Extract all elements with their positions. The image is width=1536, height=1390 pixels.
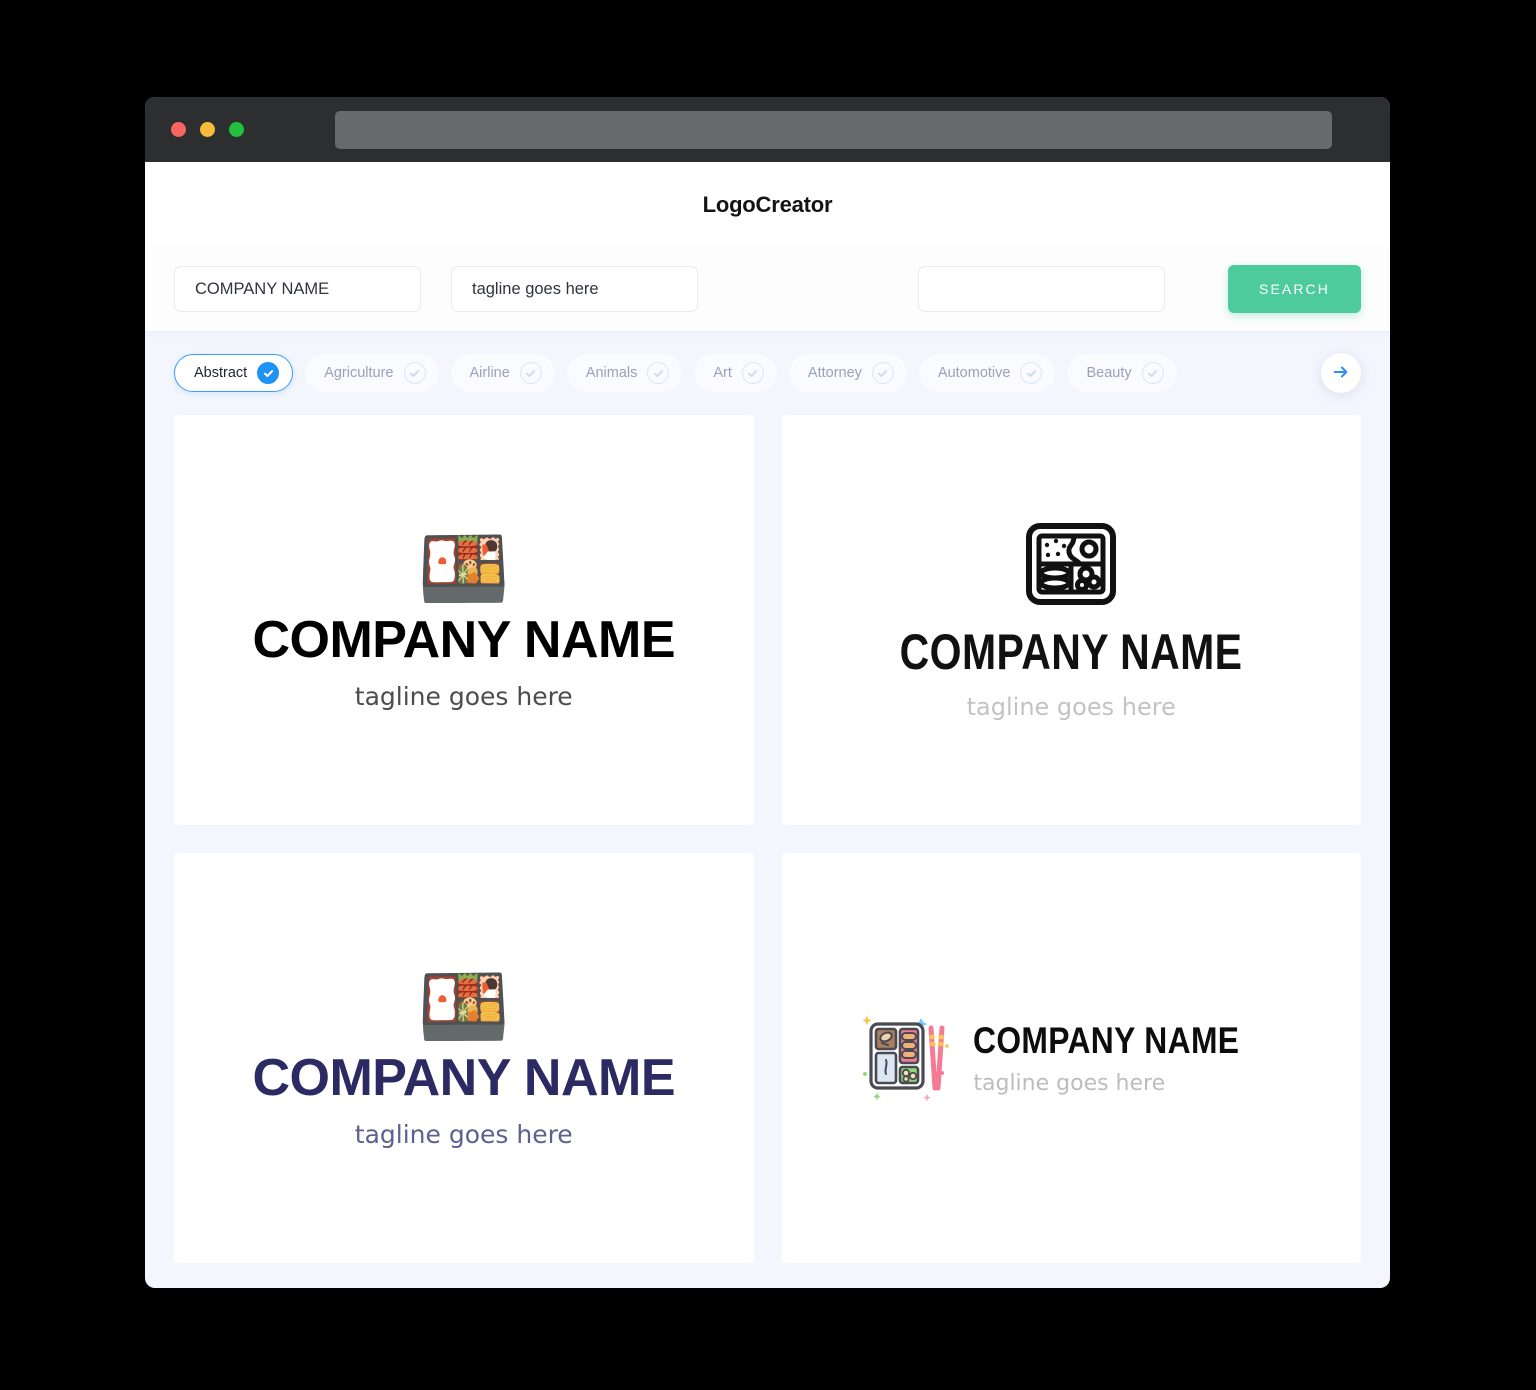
url-bar[interactable]	[335, 111, 1332, 149]
app-title: LogoCreator	[702, 191, 833, 217]
check-circle-icon	[519, 362, 542, 384]
bento-box-line-icon	[862, 521, 1280, 607]
check-circle-icon	[1141, 362, 1164, 384]
check-circle-icon	[1020, 362, 1043, 384]
check-circle-icon	[257, 362, 280, 384]
logo-card-1[interactable]: 🍱 COMPANY NAME tagline goes here	[174, 415, 754, 825]
minimize-window-button[interactable]	[200, 122, 215, 137]
logo-tagline: tagline goes here	[966, 693, 1176, 721]
category-chip-label: Airline	[469, 365, 510, 381]
logo-card-4[interactable]: COMPANY NAME tagline goes here	[781, 853, 1361, 1263]
category-chip-abstract[interactable]: Abstract	[174, 354, 294, 392]
category-chip-label: Art	[713, 365, 732, 381]
check-circle-icon	[647, 362, 670, 384]
close-window-button[interactable]	[171, 122, 186, 137]
logo-tagline: tagline goes here	[354, 681, 573, 711]
logo-company-name: COMPANY NAME	[899, 624, 1243, 680]
search-bar: SEARCH	[145, 247, 1390, 331]
category-chip-airline[interactable]: Airline	[450, 354, 555, 392]
logo-company-name: COMPANY NAME	[252, 610, 676, 669]
tagline-input[interactable]	[451, 266, 698, 312]
category-chip-beauty[interactable]: Beauty	[1067, 354, 1177, 392]
bento-box-chopsticks-color-icon	[859, 1010, 951, 1107]
bento-box-emoji: 🍱	[417, 525, 510, 612]
next-categories-button[interactable]	[1321, 353, 1361, 393]
app-header: LogoCreator	[145, 162, 1390, 247]
category-chip-attorney[interactable]: Attorney	[788, 354, 907, 392]
browser-titlebar	[145, 97, 1390, 162]
browser-window: LogoCreator SEARCH Abstract Agriculture Ai…	[145, 97, 1390, 1288]
search-button[interactable]: SEARCH	[1228, 265, 1361, 313]
traffic-lights	[171, 122, 244, 137]
logo-company-name: COMPANY NAME	[973, 1019, 1240, 1061]
category-chip-animals[interactable]: Animals	[566, 354, 683, 392]
company-name-input[interactable]	[174, 266, 421, 312]
category-chip-agriculture[interactable]: Agriculture	[305, 354, 439, 392]
logo-tagline: tagline goes here	[354, 1119, 573, 1149]
check-circle-icon	[871, 362, 894, 384]
maximize-window-button[interactable]	[229, 122, 244, 137]
keyword-input[interactable]	[918, 266, 1165, 312]
category-chip-label: Agriculture	[324, 365, 394, 381]
logo-results-grid: 🍱 COMPANY NAME tagline goes here COMPANY…	[145, 415, 1390, 1288]
category-chip-automotive[interactable]: Automotive	[918, 354, 1056, 392]
logo-card-3[interactable]: 🍱 COMPANY NAME tagline goes here	[174, 853, 754, 1263]
bento-box-chopsticks-emoji: 🍱	[417, 963, 510, 1050]
category-chip-label: Abstract	[194, 365, 248, 381]
check-circle-icon	[741, 362, 764, 384]
category-chip-row: Abstract Agriculture Airline Animals Art Atto…	[145, 331, 1390, 415]
category-chip-label: Animals	[585, 365, 638, 381]
check-circle-icon	[403, 362, 426, 384]
logo-card-2[interactable]: COMPANY NAME tagline goes here	[781, 415, 1361, 825]
logo-tagline: tagline goes here	[973, 1070, 1166, 1096]
category-chip-label: Automotive	[937, 365, 1011, 381]
arrow-right-icon	[1332, 363, 1350, 384]
category-chip-label: Attorney	[807, 365, 862, 381]
logo-company-name: COMPANY NAME	[252, 1048, 676, 1107]
category-chip-label: Beauty	[1086, 365, 1132, 381]
category-chip-art[interactable]: Art	[694, 354, 777, 392]
